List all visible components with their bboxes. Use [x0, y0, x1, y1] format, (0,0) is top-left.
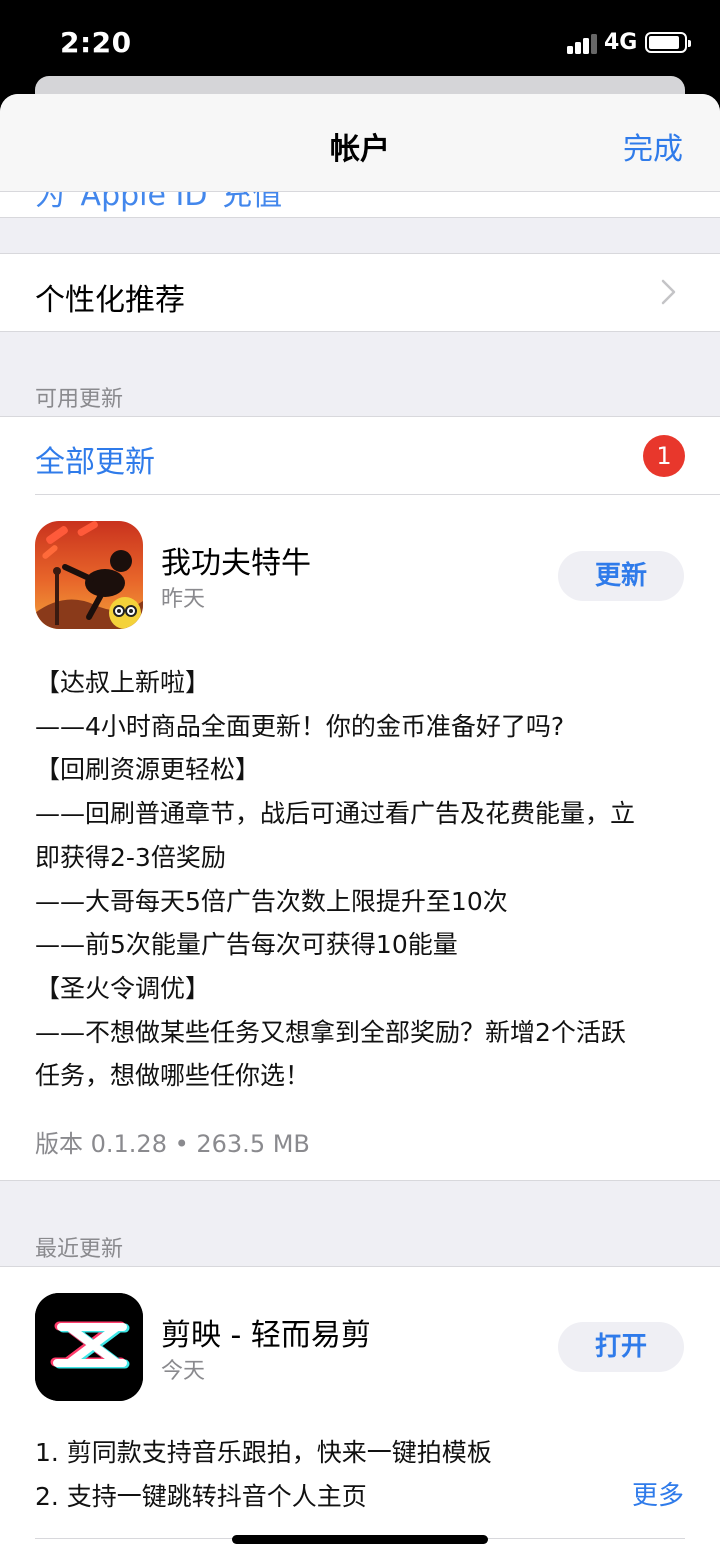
home-indicator[interactable] [232, 1535, 488, 1544]
recent-updates-header: 最近更新 [35, 1237, 124, 1262]
release-note-line: 【回刷资源更轻松】 [35, 755, 261, 785]
release-note-line: 【达叔上新啦】 [35, 668, 211, 697]
release-note-line: ——大哥每天5倍广告次数上限提升至10次 [35, 886, 508, 916]
network-type: 4G [604, 30, 638, 55]
done-button[interactable]: 完成 [623, 124, 683, 168]
battery-icon [645, 32, 691, 53]
chevron-right-icon [661, 279, 676, 305]
divider [0, 1266, 720, 1267]
release-note-line: ——前5次能量广告每次可获得10能量 [35, 930, 458, 960]
kungfu-app-icon[interactable] [35, 521, 143, 629]
divider [0, 416, 720, 417]
divider [35, 494, 720, 495]
release-note-line: ——4小时商品全面更新！你的金币准备好了吗? [35, 711, 565, 741]
capcut-app-date: 今天 [161, 1359, 206, 1384]
release-note-line: 任务，想做哪些任你选！ [35, 1061, 311, 1091]
release-note-line: 【圣火令调优】 [35, 973, 211, 1003]
release-note-line: 1. 剪同款支持音乐跟拍，快来一键拍模板 [35, 1438, 492, 1467]
signal-icon [567, 32, 599, 54]
kungfu-version-info: 版本 0.1.28 • 263.5 MB [35, 1130, 310, 1158]
available-updates-header: 可用更新 [35, 387, 124, 412]
capcut-release-notes: 1. 剪同款支持音乐跟拍，快来一键拍模板 2. 支持一键跳转抖音个人主页 [35, 1431, 685, 1519]
capcut-app-icon[interactable] [35, 1293, 143, 1401]
more-button[interactable]: 更多 [632, 1475, 684, 1512]
update-count-badge: 1 [643, 435, 685, 477]
update-button[interactable]: 更新 [558, 551, 684, 601]
release-note-line: ——不想做某些任务又想拿到全部奖励？新增2个活跃 [35, 1017, 626, 1047]
capcut-app-name: 剪映 - 轻而易剪 [161, 1318, 371, 1353]
personalized-label: 个性化推荐 [35, 283, 185, 318]
page-title: 帐户 [330, 132, 390, 167]
group-spacer [0, 218, 720, 254]
release-note-line: ——回刷普通章节，战后可通过看广告及花费能量，立 [35, 799, 636, 829]
nav-bar: 帐户 完成 [0, 94, 720, 192]
open-button[interactable]: 打开 [558, 1322, 684, 1372]
personalized-recommendations-row[interactable]: 个性化推荐 [0, 254, 720, 331]
kungfu-release-notes: 【达叔上新啦】 ——4小时商品全面更新！你的金币准备好了吗? 【回刷资源更轻松】… [35, 661, 685, 1098]
status-time: 2:20 [60, 26, 132, 59]
update-all-button[interactable]: 全部更新 [35, 437, 155, 481]
kungfu-app-date: 昨天 [161, 587, 206, 612]
release-note-line: 即获得2-3倍奖励 [35, 842, 226, 872]
kungfu-app-name: 我功夫特牛 [161, 546, 311, 581]
account-sheet: 为“Apple ID”充值 帐户 完成 个性化推荐 可用更新 全部更新 1 我功… [0, 94, 720, 1558]
release-note-line: 2. 支持一键跳转抖音个人主页 [35, 1482, 367, 1511]
